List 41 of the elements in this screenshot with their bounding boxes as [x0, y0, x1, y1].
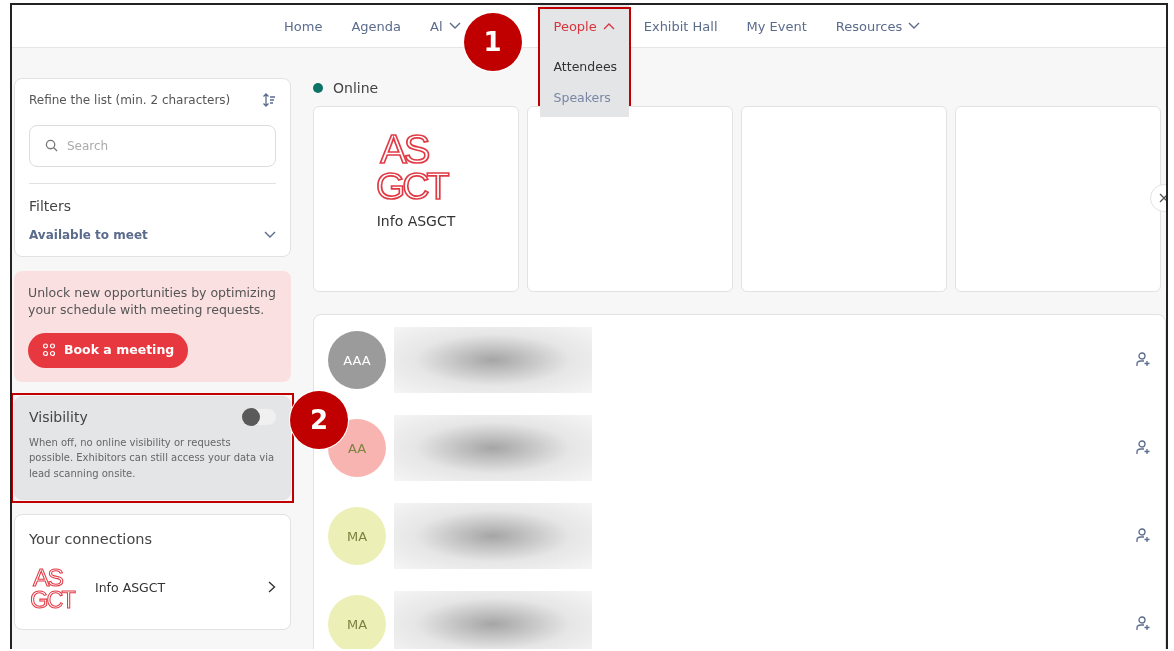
visibility-heading: Visibility [29, 408, 88, 425]
status-label: Online [333, 80, 379, 96]
nav-tab[interactable]: Exhibit Hall [643, 14, 718, 38]
callout-badge: 1 [463, 13, 522, 71]
caret-icon [448, 22, 461, 30]
nav-tab[interactable]: Agenda [351, 14, 401, 38]
add-person-icon [1135, 614, 1151, 631]
visibility-toggle[interactable] [244, 408, 276, 425]
search-field[interactable]: Search [29, 125, 276, 167]
caret-icon [908, 22, 921, 30]
visibility-description: When off, no online visibility or requests possible. Exhibitors can still access your data via lead scanning onsite. [29, 435, 276, 481]
nav-tab[interactable]: My Event [746, 14, 807, 38]
people-icon [42, 343, 56, 358]
add-person-icon [1135, 438, 1151, 455]
avatar: AAA [328, 331, 386, 389]
book-meeting-button[interactable]: Book a meeting [28, 332, 189, 368]
caret-icon [264, 231, 276, 239]
caret-icon [602, 22, 615, 30]
refine-label: Refine the list (min. 2 characters) [29, 93, 231, 107]
exhibitor-card[interactable]: AS GCT Info ASGCT [313, 106, 519, 292]
filter-dropdown[interactable]: Available to meet [29, 214, 276, 256]
chevron-right-icon [268, 581, 276, 594]
logo: AS GCT [374, 123, 458, 207]
sort-icon[interactable] [262, 93, 276, 107]
connections-heading: Your connections [29, 531, 153, 548]
avatar: MA [328, 595, 386, 649]
nav-tab[interactable]: Home [284, 14, 323, 38]
menu-item[interactable]: Attendees [553, 53, 629, 80]
status-dot [313, 83, 323, 93]
logo: AS GCT [29, 561, 81, 614]
menu-item[interactable]: Speakers [553, 84, 629, 111]
nav-tab[interactable]: Al [430, 14, 461, 38]
add-person-icon [1135, 526, 1151, 543]
search-icon [45, 139, 58, 152]
nav-tab[interactable]: Resources [835, 14, 921, 38]
add-person-icon [1135, 350, 1151, 367]
callout-badge: 2 [290, 390, 348, 449]
promo-text: Unlock new opportunities by optimizing your schedule with meeting requests. [28, 285, 277, 319]
close-icon [1159, 193, 1166, 203]
filters-heading: Filters [29, 198, 72, 214]
avatar: MA [328, 507, 386, 565]
